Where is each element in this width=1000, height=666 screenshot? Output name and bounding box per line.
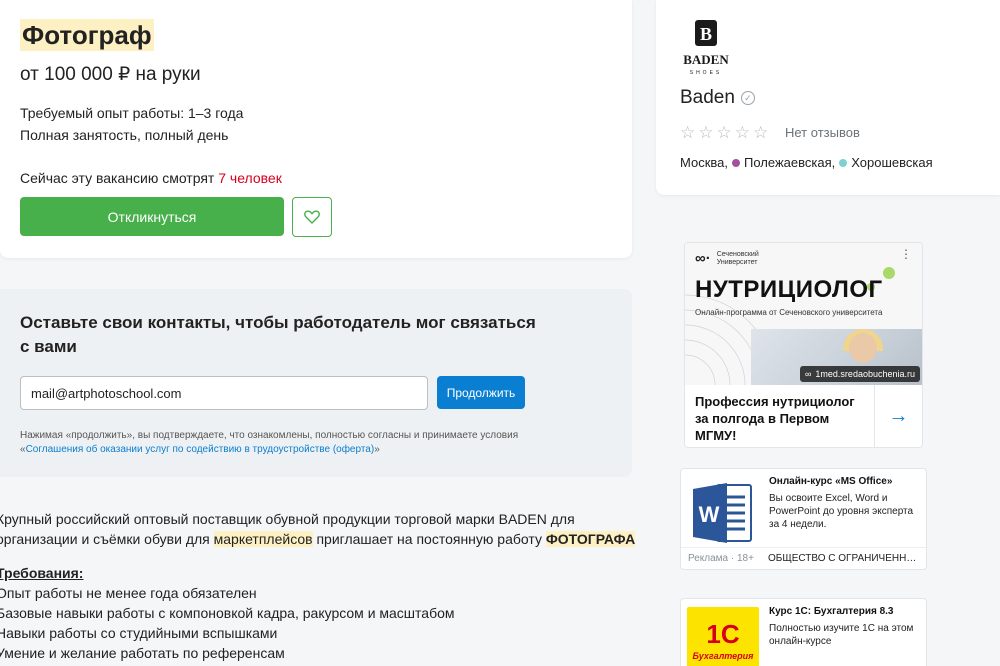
ad-text: Вы освоите Excel, Word и PowerPoint до у…: [769, 493, 914, 530]
email-field[interactable]: [20, 376, 428, 410]
more-vertical-icon[interactable]: ⋮: [900, 247, 912, 261]
ad-label: Реклама · 18+: [688, 553, 754, 564]
ad-ms-office[interactable]: W Онлайн-курс «MS Office» Вы освоите Exc…: [680, 468, 927, 570]
list-item: Навыки работы со студийными вспышками: [0, 625, 278, 641]
employer-name-text: Baden: [680, 87, 735, 108]
ad-text: Полностью изучите 1С на этом онлайн-курс…: [769, 623, 914, 647]
vacancy-salary: от 100 000 ₽ на руки: [20, 64, 201, 85]
vacancy-title: Фотограф: [20, 19, 154, 51]
employer-card: B BADEN SHOES Baden ✓ ☆ ☆ ☆ ☆ ☆ Нет отзы…: [656, 0, 1000, 195]
vacancy-employment: Полная занятость, полный день: [20, 127, 229, 143]
star-icon: ☆: [753, 123, 769, 142]
vacancy-description: Крупный российский оптовый поставщик обу…: [0, 509, 636, 549]
ad-domain[interactable]: ∞ 1med.sredaobuchenia.ru: [800, 366, 920, 382]
ad-domain-text: 1med.sredaobuchenia.ru: [815, 369, 915, 379]
description-intro-cont: приглашает на постоянную работу: [316, 531, 542, 547]
consent-text: Нажимая «продолжить», вы подтверждаете, …: [20, 429, 530, 457]
onec-logo-main: 1С: [706, 619, 740, 649]
metro-dot-icon: [839, 159, 848, 167]
onec-logo-sub: Бухгалтерия: [692, 651, 754, 661]
word-logo-icon: W: [687, 477, 759, 549]
offer-agreement-link[interactable]: Соглашения об оказании услуг по содейств…: [26, 444, 375, 455]
metro-dot-icon: [732, 159, 740, 167]
metro-station: Полежаевская,: [744, 155, 836, 170]
arrow-right-icon[interactable]: →: [874, 385, 922, 447]
ad-headline: НУТРИЦИОЛОГ: [695, 276, 883, 303]
requirements-heading: Требования:: [0, 565, 84, 581]
city: Москва,: [680, 155, 728, 170]
requirements-list: Опыт работы не менее года обязателен Баз…: [0, 583, 455, 663]
vacancy-experience: Требуемый опыт работы: 1–3 года: [20, 105, 244, 121]
employer-logo[interactable]: B BADEN SHOES: [680, 20, 732, 76]
employer-location: Москва, Полежаевская, Хорошевская: [680, 154, 933, 172]
consent-close-quote: »: [374, 444, 380, 455]
ad-nutritionist[interactable]: ∞· Сеченовский Университет ⋮ НУТРИЦИОЛОГ…: [684, 242, 923, 448]
continue-button[interactable]: Продолжить: [437, 376, 525, 409]
list-item: Умение и желание работать по референсам: [0, 645, 285, 661]
vacancy-viewers: Сейчас эту вакансию смотрят 7 человек: [20, 169, 282, 187]
ad-title: Курс 1С: Бухгалтерия 8.3: [769, 606, 894, 617]
star-icon: ☆: [698, 123, 714, 142]
svg-text:W: W: [699, 502, 720, 527]
logo-text: BADEN: [683, 52, 729, 67]
ad-logos: ∞· Сеченовский Университет: [695, 250, 777, 267]
ad-subline: Онлайн-программа от Сеченовского универс…: [695, 308, 883, 317]
contacts-title: Оставьте свои контакты, чтобы работодате…: [20, 313, 536, 356]
onec-logo-icon: 1С Бухгалтерия: [687, 607, 759, 666]
decor-dot: [883, 267, 895, 279]
baden-logo-icon: B BADEN SHOES: [683, 20, 729, 76]
description-highlight: маркетплейсов: [213, 531, 313, 547]
metro-station: Хорошевская: [851, 155, 933, 170]
ad-footer: Реклама · 18+ ОБЩЕСТВО С ОГРАНИЧЕННОЙ ОТ…: [681, 547, 926, 569]
contacts-block: Оставьте свои контакты, чтобы работодате…: [0, 289, 632, 477]
viewers-count: 7 человек: [218, 170, 282, 186]
favorite-button[interactable]: [292, 197, 332, 237]
ad-banner[interactable]: ∞· Сеченовский Университет ⋮ НУТРИЦИОЛОГ…: [685, 243, 922, 385]
infinity-logo-icon: ∞·: [695, 250, 711, 267]
photo-face: [849, 333, 877, 363]
heart-icon: [304, 210, 320, 224]
reviews-label: Нет отзывов: [785, 125, 860, 140]
ad-title: Профессия нутрициолог за полгода в Перво…: [695, 394, 855, 443]
rating-stars: ☆ ☆ ☆ ☆ ☆: [680, 124, 768, 142]
vacancy-card: Фотограф от 100 000 ₽ на руки Требуемый …: [0, 0, 632, 258]
description-position: ФОТОГРАФА: [545, 531, 636, 547]
check-circle-icon: ✓: [740, 91, 755, 105]
ad-photo: ∞ 1med.sredaobuchenia.ru: [751, 329, 922, 385]
apply-button[interactable]: Откликнуться: [20, 197, 284, 236]
star-icon: ☆: [716, 123, 732, 142]
employer-name[interactable]: Baden ✓: [680, 87, 755, 109]
list-item: Опыт работы не менее года обязателен: [0, 585, 257, 601]
svg-text:B: B: [700, 24, 712, 44]
viewers-prefix: Сейчас эту вакансию смотрят: [20, 170, 215, 186]
star-icon: ☆: [680, 123, 696, 142]
ad-1c[interactable]: 1С Бухгалтерия Курс 1С: Бухгалтерия 8.3 …: [680, 598, 927, 666]
consent-body: Нажимая «продолжить», вы подтверждаете, …: [20, 430, 519, 441]
ad-company: ОБЩЕСТВО С ОГРАНИЧЕННОЙ ОТВЕТСТВЕННОСТЬЮ: [768, 553, 920, 564]
star-icon: ☆: [734, 123, 750, 142]
ad-title: Онлайн-курс «MS Office»: [769, 476, 893, 487]
logo-sub: SHOES: [690, 70, 723, 76]
page: Фотограф от 100 000 ₽ на руки Требуемый …: [0, 0, 1000, 666]
ad-brand-text: Сеченовский Университет: [716, 250, 759, 266]
infinity-logo-icon: ∞: [805, 369, 812, 379]
list-item: Базовые навыки работы с компоновкой кадр…: [0, 605, 455, 621]
